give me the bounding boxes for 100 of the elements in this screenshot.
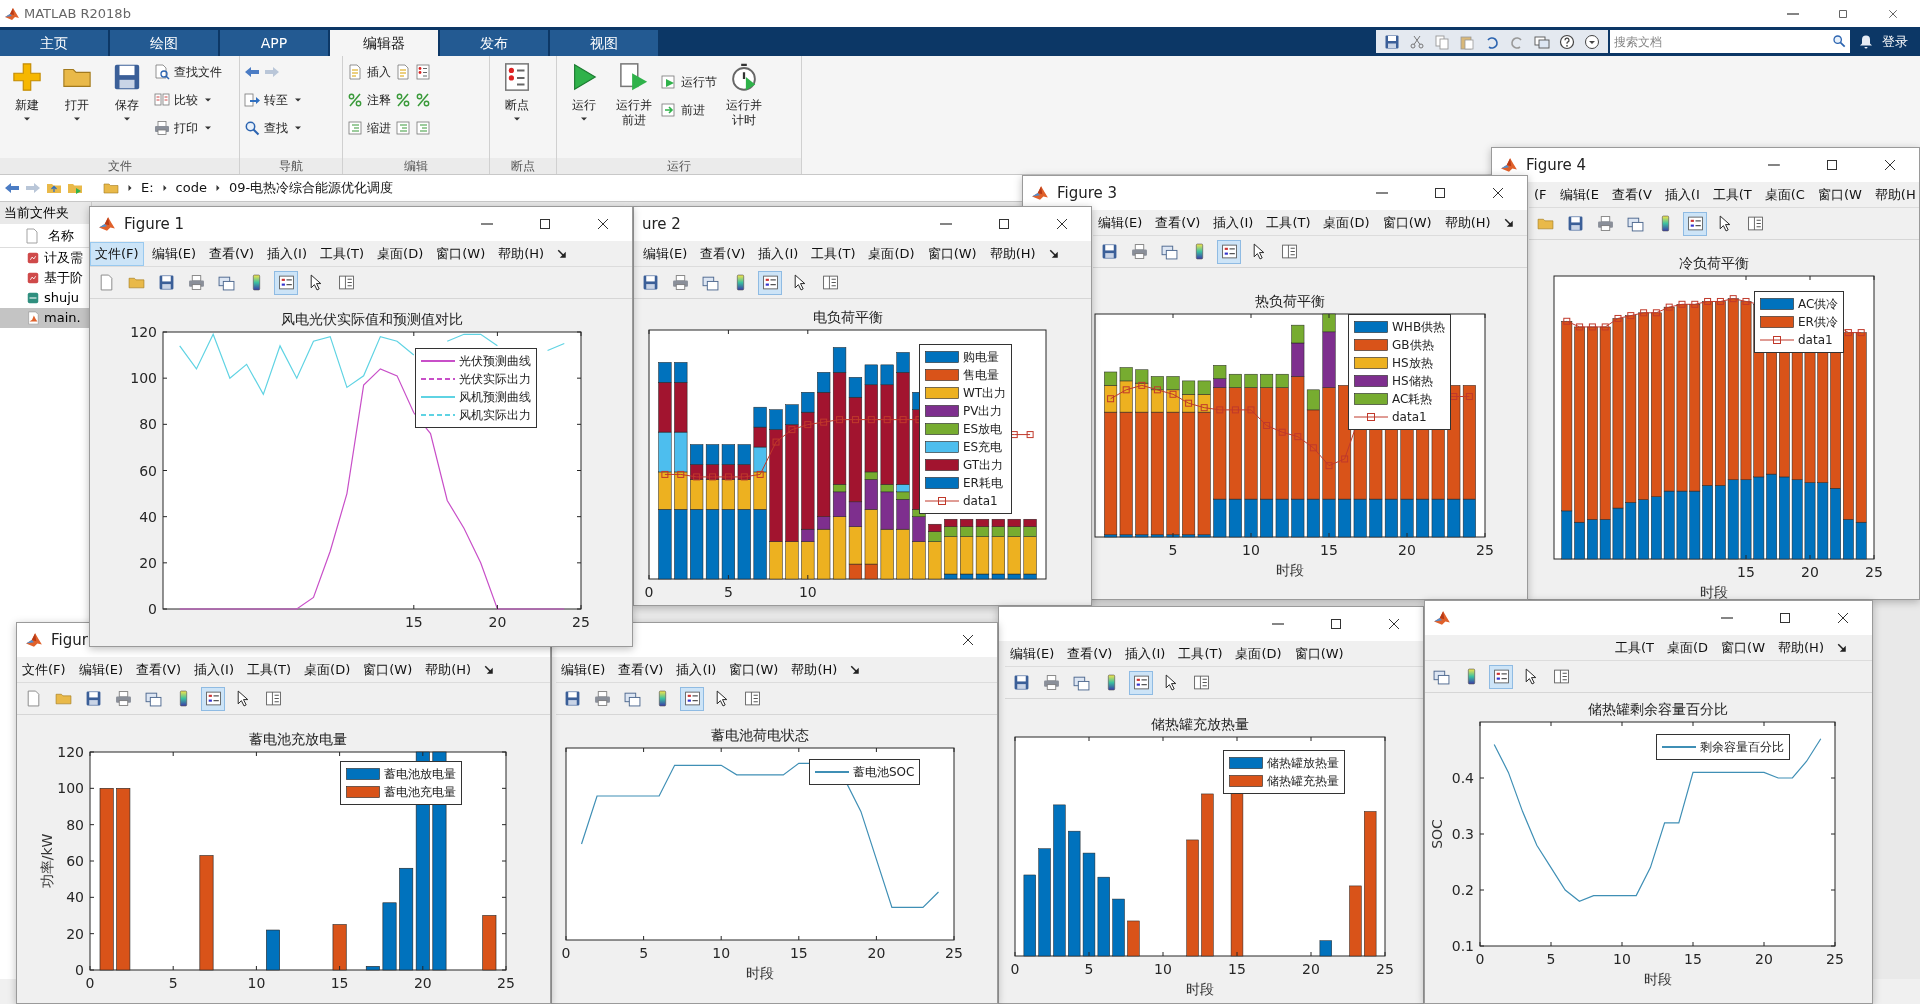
axis-tick-label: 20: [139, 554, 157, 571]
ribbon-button[interactable]: 转至: [244, 88, 304, 112]
menu-item[interactable]: 查看(V): [1150, 210, 1206, 235]
menu-item[interactable]: 工具(T): [1173, 641, 1228, 666]
file-row[interactable]: main.: [0, 308, 91, 328]
ribbon-button[interactable]: 比较: [154, 88, 214, 112]
ribbon-tab[interactable]: 编辑器: [330, 30, 438, 56]
ribbon-tab[interactable]: 发布: [440, 30, 548, 56]
menu-item[interactable]: 查看(V): [695, 241, 751, 266]
ribbon-button[interactable]: 断点: [494, 60, 540, 125]
menu-item[interactable]: 桌面(D): [863, 241, 920, 266]
menu-item[interactable]: 工具(T: [1610, 635, 1659, 660]
menu-item[interactable]: (F: [1529, 182, 1552, 207]
ribbon-button[interactable]: 查找文件: [154, 60, 222, 84]
menu-item[interactable]: 编辑(E): [73, 657, 128, 682]
file-row[interactable]: shuju: [0, 288, 91, 308]
menu-item[interactable]: 窗口(W): [724, 657, 784, 682]
menu-item[interactable]: 插入(I): [671, 657, 722, 682]
menu-item[interactable]: 文件(F): [17, 657, 71, 682]
menu-item[interactable]: 窗口(W): [358, 657, 418, 682]
menu-item[interactable]: 编辑(E): [146, 241, 201, 266]
legend-label: ER耗电: [963, 475, 1003, 492]
ribbon-button[interactable]: 运行节: [661, 70, 717, 94]
ribbon-button[interactable]: 前进: [661, 98, 705, 122]
menu-item[interactable]: 编辑(E): [556, 657, 611, 682]
ribbon-button[interactable]: 缩进: [347, 116, 391, 140]
menu-item[interactable]: 插入(I: [1659, 182, 1705, 207]
menu-item[interactable]: 窗口(W): [431, 241, 491, 266]
menu-item[interactable]: 帮助(H): [984, 241, 1041, 266]
axis-tick-label: 120: [130, 324, 157, 340]
menu-item[interactable]: 工具(T: [1707, 182, 1757, 207]
menu-item[interactable]: 帮助(H: [1869, 182, 1919, 207]
file-row[interactable]: 基于阶: [0, 268, 91, 288]
file-row[interactable]: 计及需: [0, 248, 91, 268]
menu-item[interactable]: 工具(T): [806, 241, 861, 266]
menu-item[interactable]: 查看(V): [1062, 641, 1118, 666]
menu-item[interactable]: 窗口(W): [1377, 210, 1437, 235]
axis-tick-label: 0: [644, 584, 654, 600]
menu-item[interactable]: 桌面(D): [1318, 210, 1375, 235]
menu-item[interactable]: 编辑(E): [638, 241, 693, 266]
menu-item[interactable]: 查看(V): [131, 657, 187, 682]
ribbon-button[interactable]: 运行并前进: [611, 60, 657, 128]
ribbon-tab[interactable]: APP: [220, 30, 328, 56]
menu-item[interactable]: 插入(I): [1208, 210, 1259, 235]
menu-item[interactable]: 工具(T): [1261, 210, 1316, 235]
search-field[interactable]: 搜索文档: [1610, 30, 1850, 53]
menu-item[interactable]: 工具(T): [242, 657, 297, 682]
chart-title: 储热罐充放热量: [1151, 716, 1249, 732]
axis-tick-label: 20: [1801, 564, 1819, 580]
ribbon-button[interactable]: 运行: [561, 60, 607, 125]
path-segment[interactable]: 09-电热冷综合能源优化调度: [228, 178, 394, 198]
ribbon-button[interactable]: 查找: [244, 116, 304, 140]
axis-tick-label: 10: [1613, 951, 1631, 967]
legend-label: 光伏预测曲线: [459, 353, 531, 370]
ribbon-tab[interactable]: 主页: [0, 30, 108, 56]
ribbon-button[interactable]: 运行并计时: [721, 60, 767, 128]
menu-item[interactable]: 桌面(C: [1759, 182, 1810, 207]
axis-tick-label: 25: [572, 614, 590, 630]
ribbon-tab[interactable]: 视图: [550, 30, 658, 56]
menu-item[interactable]: 帮助(H): [493, 241, 550, 266]
ribbon-tab[interactable]: 绘图: [110, 30, 218, 56]
menu-item[interactable]: 工具(T): [315, 241, 370, 266]
menu-item[interactable]: 查看(V): [613, 657, 669, 682]
axis-tick-label: 20: [1302, 961, 1320, 977]
menu-item[interactable]: 编辑(E: [1554, 182, 1604, 207]
sign-in-link[interactable]: 登录: [1882, 31, 1908, 52]
ribbon-button[interactable]: 插入: [347, 60, 391, 84]
chart-title: 冷负荷平衡: [1679, 255, 1749, 271]
menu-item[interactable]: 帮助(H): [420, 657, 477, 682]
menu-item[interactable]: 窗口(W): [1289, 641, 1349, 666]
ribbon-button[interactable]: 注释: [347, 88, 391, 112]
legend-label: data1: [1392, 409, 1427, 426]
menu-item[interactable]: 窗口(W: [1812, 182, 1867, 207]
menu-item[interactable]: 编辑(E): [1005, 641, 1060, 666]
axis-tick-label: 20: [488, 614, 507, 630]
axis-label: 时段: [1276, 562, 1304, 578]
ribbon-button[interactable]: 打开: [54, 60, 100, 125]
ribbon-button[interactable]: 保存: [104, 60, 150, 125]
path-segment[interactable]: code: [175, 178, 207, 198]
menu-item[interactable]: 桌面(D: [1662, 635, 1714, 660]
menu-item[interactable]: 帮助(H): [1439, 210, 1496, 235]
menu-item[interactable]: 桌面(D): [299, 657, 356, 682]
menu-item[interactable]: 插入(I): [189, 657, 239, 682]
menu-item[interactable]: 查看(V: [1606, 182, 1657, 207]
path-segment[interactable]: E:: [141, 178, 154, 198]
menu-item[interactable]: 查看(V): [204, 241, 260, 266]
menu-item[interactable]: 帮助(H): [1773, 635, 1829, 660]
menu-item[interactable]: 帮助(H): [786, 657, 843, 682]
ribbon-button[interactable]: 打印: [154, 116, 214, 140]
menu-item[interactable]: 插入(I): [262, 241, 312, 266]
menu-item[interactable]: 插入(I): [753, 241, 804, 266]
menu-item[interactable]: 文件(F): [90, 241, 144, 266]
menu-item[interactable]: 桌面(D): [1230, 641, 1287, 666]
ribbon-button[interactable]: 新建: [4, 60, 50, 125]
menu-item[interactable]: 插入(I): [1120, 641, 1171, 666]
menu-item[interactable]: 窗口(W: [1716, 635, 1771, 660]
menu-item[interactable]: 窗口(W): [922, 241, 982, 266]
legend-label: 风机实际出力: [459, 407, 531, 424]
menu-item[interactable]: 桌面(D): [372, 241, 429, 266]
menu-item[interactable]: 编辑(E): [1093, 210, 1148, 235]
